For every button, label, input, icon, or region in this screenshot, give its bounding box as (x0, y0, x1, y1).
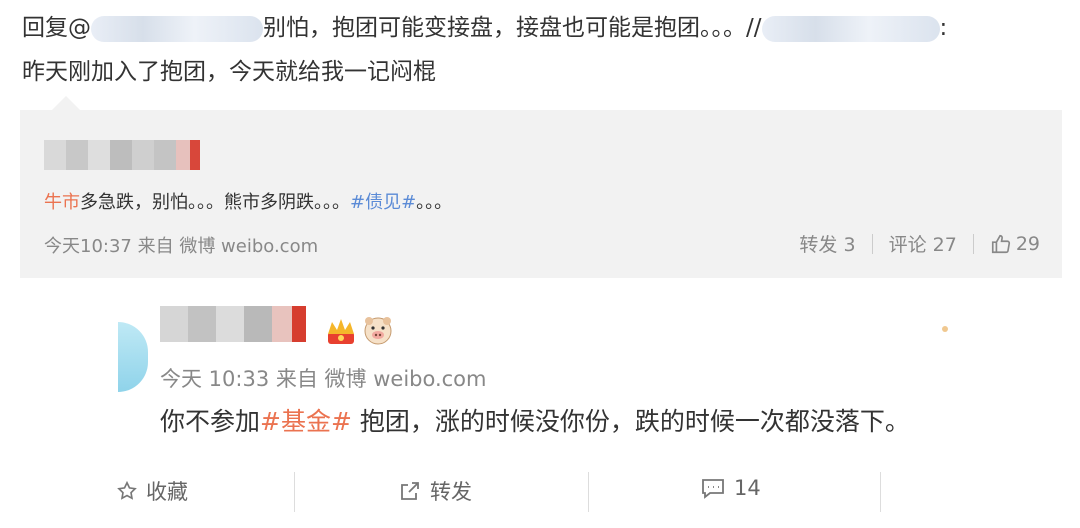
decorative-dot (942, 326, 948, 332)
like-count: 29 (1015, 232, 1040, 255)
comment-label: 评论 (888, 234, 927, 256)
repost-label: 转发 (799, 234, 838, 256)
original-post-link[interactable]: 牛市 (44, 192, 80, 213)
favorite-label: 收藏 (146, 480, 188, 504)
blurred-original-author[interactable] (44, 140, 200, 170)
repost-label: 转发 (430, 480, 472, 504)
share-icon (401, 482, 419, 500)
comment-button[interactable]: 14 (700, 476, 761, 500)
reply-text-line1: 回复@ 别怕，抱团可能变接盘，接盘也可能是抱团。。。//: (22, 8, 947, 42)
divider (294, 472, 295, 512)
comment-count: 14 (734, 476, 761, 500)
quoted-post-text: 你不参加#基金# 抱团，涨的时候没你份，跌的时候一次都没落下。 (160, 402, 910, 438)
pig-emoji-icon (364, 317, 392, 345)
crown-badge-icon (328, 319, 354, 344)
original-post-end: 。。。 (416, 192, 453, 213)
repost-count: 3 (843, 234, 856, 256)
comment-count: 27 (932, 234, 957, 256)
reply-prefix: 回复@ (22, 15, 91, 41)
hashtag-link[interactable]: #基金# (260, 407, 352, 436)
blurred-username[interactable] (91, 15, 263, 42)
blurred-quoted-author[interactable] (160, 306, 306, 342)
divider (588, 472, 589, 512)
divider (880, 472, 881, 512)
quoted-text-before: 你不参加 (160, 407, 261, 436)
reply-caret (52, 96, 80, 110)
star-icon (117, 480, 137, 500)
original-post-actions: 转发 3 评论 27 29 (799, 230, 1040, 257)
quoted-post-meta: 今天 10:33 来自 微博 weibo.com (160, 367, 487, 391)
favorite-button[interactable]: 收藏 (116, 476, 188, 506)
reply-colon: : (939, 15, 948, 41)
reply-text-line2: 昨天刚加入了抱团，今天就给我一记闷棍 (22, 59, 436, 85)
original-post-body: 多急跌，别怕。。。熊市多阴跌。。。 (80, 192, 350, 213)
comment-icon (702, 479, 724, 499)
repost-action[interactable]: 转发 3 (799, 230, 855, 257)
reply-text: 别怕，抱团可能变接盘，接盘也可能是抱团。。。// (263, 15, 762, 41)
divider (871, 233, 873, 254)
original-post-text: 牛市多急跌，别怕。。。熊市多阴跌。。。#债见#。。。 (44, 188, 452, 214)
comment-action[interactable]: 评论 27 (889, 230, 957, 257)
hashtag-link[interactable]: #债见# (350, 192, 416, 213)
divider (972, 233, 974, 254)
quoted-text-after: 抱团，涨的时候没你份，跌的时候一次都没落下。 (351, 407, 910, 436)
blurred-username-2[interactable] (761, 15, 940, 42)
repost-button[interactable]: 转发 (398, 476, 472, 506)
like-action[interactable]: 29 (990, 233, 1040, 255)
original-post-meta: 今天10:37 来自 微博 weibo.com (44, 236, 319, 257)
thumbs-up-icon (991, 234, 1010, 253)
